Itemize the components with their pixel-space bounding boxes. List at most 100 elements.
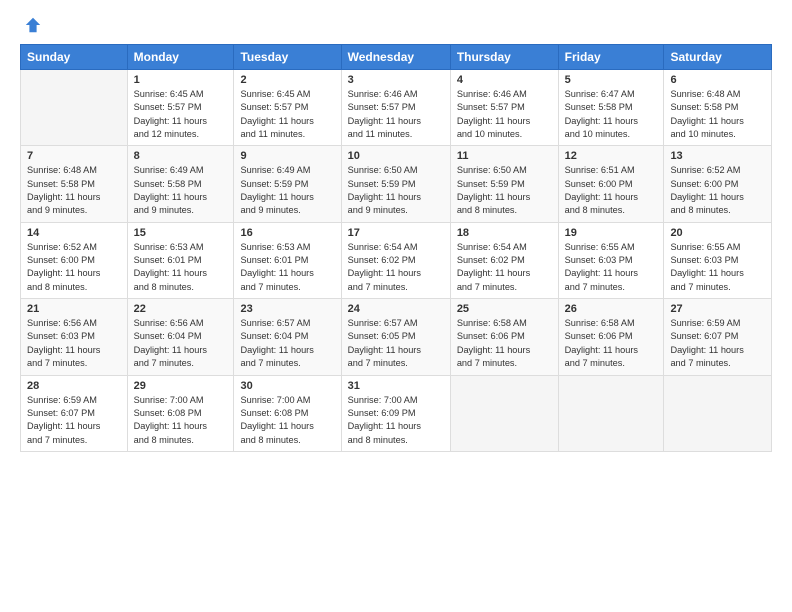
day-info: Sunrise: 6:48 AMSunset: 5:58 PMDaylight:…: [670, 88, 765, 141]
day-number: 8: [134, 150, 228, 162]
day-info: Sunrise: 6:56 AMSunset: 6:03 PMDaylight:…: [27, 317, 121, 370]
calendar-cell: 11 Sunrise: 6:50 AMSunset: 5:59 PMDayligh…: [450, 146, 558, 222]
day-number: 2: [240, 74, 334, 86]
calendar-cell: 10 Sunrise: 6:50 AMSunset: 5:59 PMDayligh…: [341, 146, 450, 222]
day-info: Sunrise: 6:57 AMSunset: 6:05 PMDaylight:…: [348, 317, 444, 370]
day-info: Sunrise: 6:55 AMSunset: 6:03 PMDaylight:…: [670, 241, 765, 294]
day-number: 20: [670, 227, 765, 239]
day-number: 19: [565, 227, 658, 239]
day-info: Sunrise: 6:58 AMSunset: 6:06 PMDaylight:…: [565, 317, 658, 370]
day-info: Sunrise: 6:59 AMSunset: 6:07 PMDaylight:…: [670, 317, 765, 370]
day-info: Sunrise: 6:45 AMSunset: 5:57 PMDaylight:…: [134, 88, 228, 141]
calendar-cell: 15 Sunrise: 6:53 AMSunset: 6:01 PMDayligh…: [127, 222, 234, 298]
day-number: 5: [565, 74, 658, 86]
day-number: 6: [670, 74, 765, 86]
calendar-week-row: 1 Sunrise: 6:45 AMSunset: 5:57 PMDaylight…: [21, 70, 772, 146]
day-number: 10: [348, 150, 444, 162]
day-info: Sunrise: 6:52 AMSunset: 6:00 PMDaylight:…: [27, 241, 121, 294]
day-number: 29: [134, 380, 228, 392]
calendar-cell: 3 Sunrise: 6:46 AMSunset: 5:57 PMDaylight…: [341, 70, 450, 146]
day-info: Sunrise: 6:54 AMSunset: 6:02 PMDaylight:…: [348, 241, 444, 294]
calendar-cell: 8 Sunrise: 6:49 AMSunset: 5:58 PMDaylight…: [127, 146, 234, 222]
calendar-cell: 2 Sunrise: 6:45 AMSunset: 5:57 PMDaylight…: [234, 70, 341, 146]
day-number: 24: [348, 303, 444, 315]
calendar-cell: 16Sunrise: 6:53 AMSunset: 6:01 PMDayligh…: [234, 222, 341, 298]
day-number: 16: [240, 227, 334, 239]
day-number: 30: [240, 380, 334, 392]
day-number: 27: [670, 303, 765, 315]
calendar-cell: 13Sunrise: 6:52 AMSunset: 6:00 PMDayligh…: [664, 146, 772, 222]
column-header-friday: Friday: [558, 45, 664, 70]
calendar-cell: 4 Sunrise: 6:46 AMSunset: 5:57 PMDaylight…: [450, 70, 558, 146]
day-number: 3: [348, 74, 444, 86]
day-number: 13: [670, 150, 765, 162]
day-number: 18: [457, 227, 552, 239]
day-info: Sunrise: 6:58 AMSunset: 6:06 PMDaylight:…: [457, 317, 552, 370]
column-header-sunday: Sunday: [21, 45, 128, 70]
day-info: Sunrise: 6:57 AMSunset: 6:04 PMDaylight:…: [240, 317, 334, 370]
day-info: Sunrise: 6:56 AMSunset: 6:04 PMDaylight:…: [134, 317, 228, 370]
page-header: [20, 16, 772, 34]
day-info: Sunrise: 6:46 AMSunset: 5:57 PMDaylight:…: [348, 88, 444, 141]
day-number: 7: [27, 150, 121, 162]
column-header-monday: Monday: [127, 45, 234, 70]
day-number: 25: [457, 303, 552, 315]
day-info: Sunrise: 7:00 AMSunset: 6:09 PMDaylight:…: [348, 394, 444, 447]
day-info: Sunrise: 6:49 AMSunset: 5:58 PMDaylight:…: [134, 164, 228, 217]
calendar-table: SundayMondayTuesdayWednesdayThursdayFrid…: [20, 44, 772, 452]
calendar-cell: 29 Sunrise: 7:00 AMSunset: 6:08 PMDayligh…: [127, 375, 234, 451]
calendar-cell: [450, 375, 558, 451]
calendar-week-row: 21 Sunrise: 6:56 AMSunset: 6:03 PMDayligh…: [21, 299, 772, 375]
day-number: 1: [134, 74, 228, 86]
day-number: 23: [240, 303, 334, 315]
calendar-cell: 27 Sunrise: 6:59 AMSunset: 6:07 PMDayligh…: [664, 299, 772, 375]
day-number: 11: [457, 150, 552, 162]
day-info: Sunrise: 6:45 AMSunset: 5:57 PMDaylight:…: [240, 88, 334, 141]
calendar-cell: 22 Sunrise: 6:56 AMSunset: 6:04 PMDayligh…: [127, 299, 234, 375]
logo: [20, 16, 42, 34]
calendar-cell: 31 Sunrise: 7:00 AMSunset: 6:09 PMDayligh…: [341, 375, 450, 451]
column-header-thursday: Thursday: [450, 45, 558, 70]
calendar-cell: 21 Sunrise: 6:56 AMSunset: 6:03 PMDayligh…: [21, 299, 128, 375]
day-info: Sunrise: 6:54 AMSunset: 6:02 PMDaylight:…: [457, 241, 552, 294]
calendar-cell: [21, 70, 128, 146]
calendar-cell: [558, 375, 664, 451]
day-number: 12: [565, 150, 658, 162]
calendar-cell: 28Sunrise: 6:59 AMSunset: 6:07 PMDayligh…: [21, 375, 128, 451]
day-info: Sunrise: 6:59 AMSunset: 6:07 PMDaylight:…: [27, 394, 121, 447]
day-info: Sunrise: 6:46 AMSunset: 5:57 PMDaylight:…: [457, 88, 552, 141]
day-number: 15: [134, 227, 228, 239]
calendar-cell: 9 Sunrise: 6:49 AMSunset: 5:59 PMDaylight…: [234, 146, 341, 222]
day-number: 4: [457, 74, 552, 86]
day-info: Sunrise: 6:50 AMSunset: 5:59 PMDaylight:…: [457, 164, 552, 217]
calendar-cell: 18 Sunrise: 6:54 AMSunset: 6:02 PMDayligh…: [450, 222, 558, 298]
calendar-cell: 25 Sunrise: 6:58 AMSunset: 6:06 PMDayligh…: [450, 299, 558, 375]
day-number: 22: [134, 303, 228, 315]
calendar-cell: 7 Sunrise: 6:48 AMSunset: 5:58 PMDaylight…: [21, 146, 128, 222]
column-header-saturday: Saturday: [664, 45, 772, 70]
calendar-cell: 5Sunrise: 6:47 AMSunset: 5:58 PMDaylight…: [558, 70, 664, 146]
day-number: 17: [348, 227, 444, 239]
column-header-wednesday: Wednesday: [341, 45, 450, 70]
day-info: Sunrise: 6:53 AMSunset: 6:01 PMDaylight:…: [134, 241, 228, 294]
calendar-week-row: 14Sunrise: 6:52 AMSunset: 6:00 PMDayligh…: [21, 222, 772, 298]
day-info: Sunrise: 6:49 AMSunset: 5:59 PMDaylight:…: [240, 164, 334, 217]
day-number: 21: [27, 303, 121, 315]
day-info: Sunrise: 6:51 AMSunset: 6:00 PMDaylight:…: [565, 164, 658, 217]
day-number: 9: [240, 150, 334, 162]
calendar-header-row: SundayMondayTuesdayWednesdayThursdayFrid…: [21, 45, 772, 70]
column-header-tuesday: Tuesday: [234, 45, 341, 70]
day-info: Sunrise: 7:00 AMSunset: 6:08 PMDaylight:…: [134, 394, 228, 447]
calendar-cell: 1 Sunrise: 6:45 AMSunset: 5:57 PMDaylight…: [127, 70, 234, 146]
day-number: 31: [348, 380, 444, 392]
calendar-week-row: 7 Sunrise: 6:48 AMSunset: 5:58 PMDaylight…: [21, 146, 772, 222]
calendar-cell: 30Sunrise: 7:00 AMSunset: 6:08 PMDayligh…: [234, 375, 341, 451]
calendar-cell: 6 Sunrise: 6:48 AMSunset: 5:58 PMDaylight…: [664, 70, 772, 146]
calendar-cell: 17 Sunrise: 6:54 AMSunset: 6:02 PMDayligh…: [341, 222, 450, 298]
day-info: Sunrise: 6:55 AMSunset: 6:03 PMDaylight:…: [565, 241, 658, 294]
day-info: Sunrise: 6:48 AMSunset: 5:58 PMDaylight:…: [27, 164, 121, 217]
day-info: Sunrise: 6:50 AMSunset: 5:59 PMDaylight:…: [348, 164, 444, 217]
day-number: 26: [565, 303, 658, 315]
logo-icon: [24, 16, 42, 34]
calendar-cell: 26 Sunrise: 6:58 AMSunset: 6:06 PMDayligh…: [558, 299, 664, 375]
